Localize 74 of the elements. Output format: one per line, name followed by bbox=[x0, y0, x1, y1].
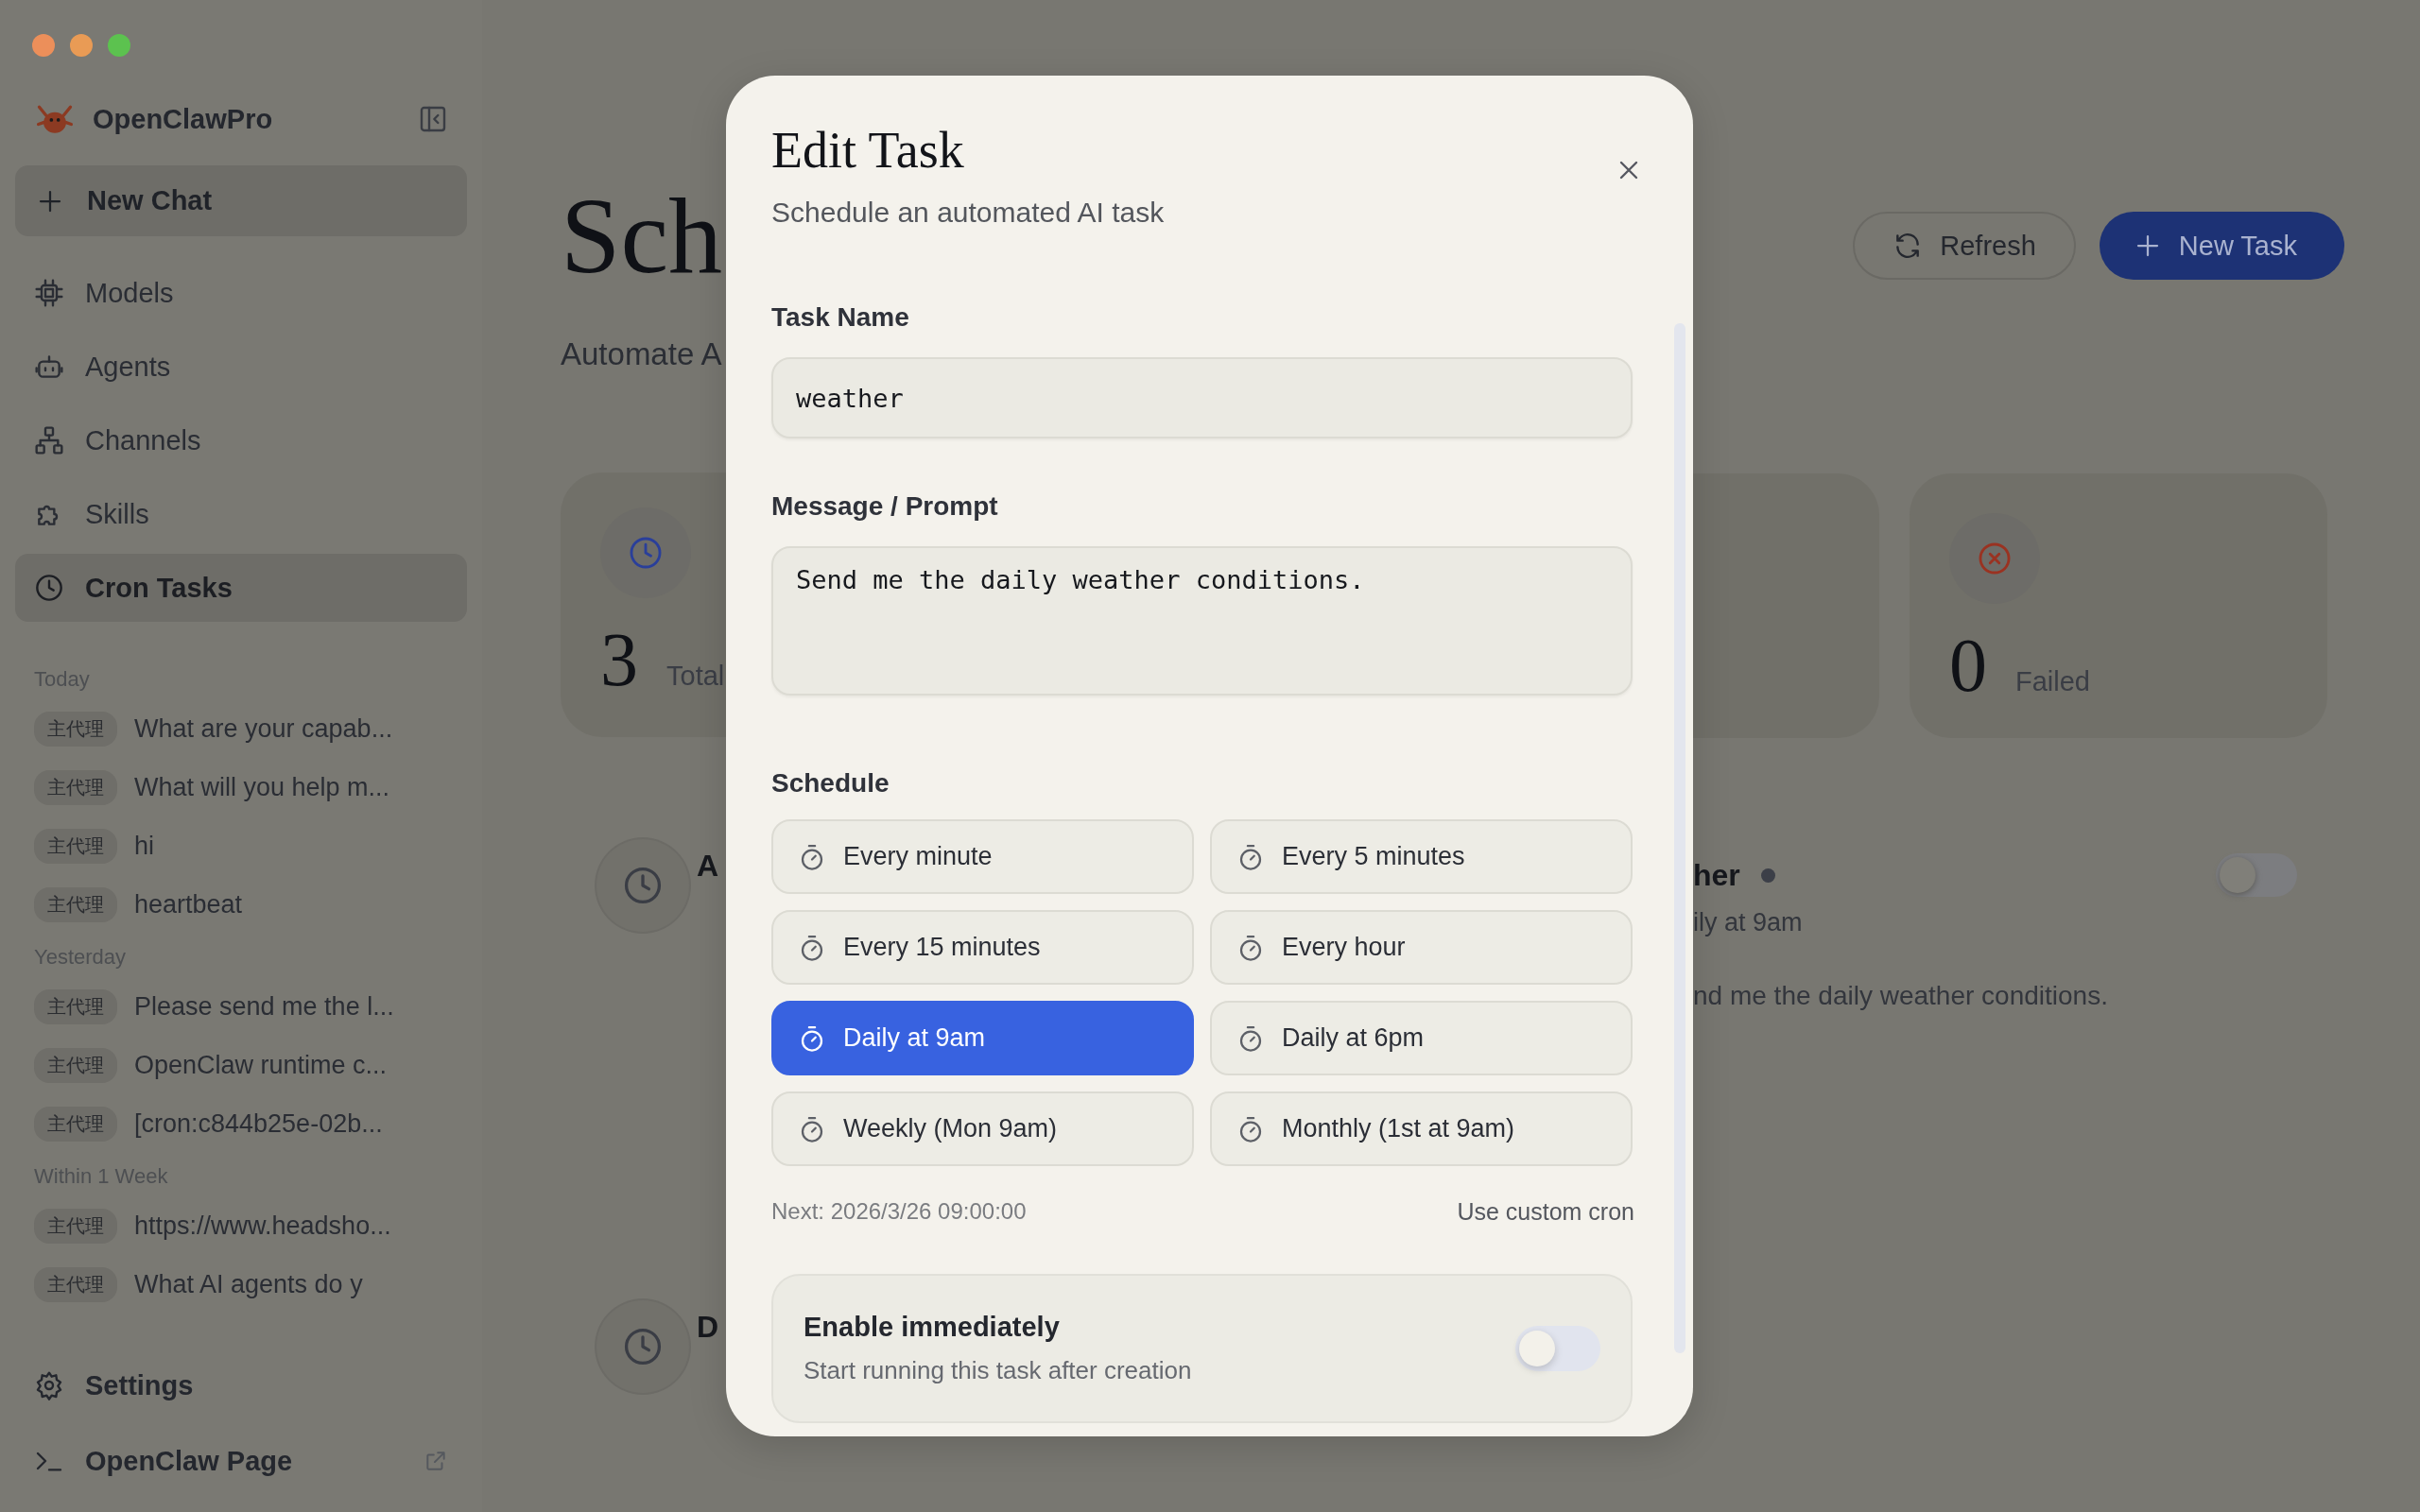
external-link-icon bbox=[424, 1449, 448, 1473]
window-minimize-button[interactable] bbox=[70, 34, 93, 57]
chat-title[interactable]: [cron:c844b25e-02b... bbox=[134, 1108, 383, 1139]
field-label: Schedule bbox=[771, 768, 890, 799]
agent-tag: 主代理 bbox=[34, 988, 117, 1024]
task-name-field[interactable]: weather bbox=[771, 357, 1633, 438]
chat-title[interactable]: What will you help m... bbox=[134, 772, 390, 802]
x-circle-icon bbox=[1977, 541, 2013, 576]
agent-tag: 主代理 bbox=[34, 711, 117, 747]
prompt-field[interactable]: Send me the daily weather conditions. bbox=[771, 546, 1633, 696]
openclaw-page-link[interactable]: OpenClaw Page bbox=[85, 1445, 403, 1477]
clock-icon bbox=[34, 573, 64, 603]
schedule-option[interactable]: Every 15 minutes bbox=[771, 910, 1194, 985]
new-chat-button[interactable]: New Chat bbox=[15, 165, 467, 236]
app-name: OpenClawPro bbox=[93, 103, 274, 135]
enable-toggle[interactable] bbox=[2216, 853, 2297, 897]
chip-icon bbox=[34, 278, 64, 308]
chat-title[interactable]: heartbeat bbox=[134, 889, 243, 919]
window-zoom-button[interactable] bbox=[108, 34, 130, 57]
field-label: Message / Prompt bbox=[771, 491, 999, 522]
schedule-option[interactable]: Every minute bbox=[771, 819, 1194, 894]
window-close-button[interactable] bbox=[32, 34, 55, 57]
task-title: her bbox=[1693, 857, 1740, 893]
chat-title[interactable]: hi bbox=[134, 831, 154, 861]
dialog-subtitle: Schedule an automated AI task bbox=[771, 197, 1166, 229]
collapse-sidebar-icon[interactable] bbox=[418, 104, 448, 134]
chat-title[interactable]: Please send me the l... bbox=[134, 991, 394, 1022]
settings-link[interactable]: Settings bbox=[85, 1369, 448, 1401]
agent-tag: 主代理 bbox=[34, 1047, 117, 1083]
stat-label: Failed bbox=[2015, 666, 2090, 697]
nav-item[interactable]: Agents bbox=[15, 333, 467, 401]
schedule-option[interactable]: Daily at 6pm bbox=[1210, 1001, 1633, 1075]
nav-item[interactable]: Skills bbox=[15, 480, 467, 548]
agent-tag: 主代理 bbox=[34, 769, 117, 805]
schedule-option[interactable]: Weekly (Mon 9am) bbox=[771, 1091, 1194, 1166]
schedule-option[interactable]: Monthly (1st at 9am) bbox=[1210, 1091, 1633, 1166]
schedule-option[interactable]: Every hour bbox=[1210, 910, 1633, 985]
enable-title: Enable immediately bbox=[804, 1312, 1061, 1343]
chat-title[interactable]: What are your capab... bbox=[134, 713, 393, 744]
nav-item[interactable]: Cron Tasks bbox=[15, 554, 467, 622]
task-title: A bbox=[697, 848, 719, 885]
new-task-button[interactable]: New Task bbox=[2099, 212, 2344, 280]
status-dot bbox=[1760, 868, 1775, 883]
clock-icon bbox=[628, 535, 664, 571]
enable-description: Start running this task after creation bbox=[804, 1356, 1193, 1385]
agent-tag: 主代理 bbox=[34, 828, 117, 864]
chat-title[interactable]: What AI agents do y bbox=[134, 1269, 363, 1299]
schedule-option[interactable]: Every 5 minutes bbox=[1210, 819, 1633, 894]
refresh-button[interactable]: Refresh bbox=[1853, 212, 2076, 280]
network-icon bbox=[34, 425, 64, 455]
task-message: nd me the daily weather conditions. bbox=[1693, 981, 2109, 1011]
next-run-text: Next: 2026/3/26 09:00:00 bbox=[771, 1198, 1027, 1226]
custom-cron-link[interactable]: Use custom cron bbox=[1457, 1198, 1634, 1226]
field-label: Task Name bbox=[771, 302, 910, 333]
chat-title[interactable]: OpenClaw runtime c... bbox=[134, 1050, 388, 1080]
agent-tag: 主代理 bbox=[34, 886, 117, 922]
settings-icon bbox=[34, 1370, 64, 1400]
stat-value: 3 bbox=[600, 617, 638, 702]
agent-tag: 主代理 bbox=[34, 1266, 117, 1302]
task-title: D bbox=[697, 1309, 719, 1346]
stat-value: 0 bbox=[1949, 623, 1987, 708]
schedule-option[interactable]: Daily at 9am bbox=[771, 1001, 1194, 1075]
nav-item[interactable]: Channels bbox=[15, 406, 467, 474]
nav-item[interactable]: Models bbox=[15, 259, 467, 327]
task-schedule: ily at 9am bbox=[1693, 908, 1804, 937]
agent-tag: 主代理 bbox=[34, 1106, 117, 1142]
agent-tag: 主代理 bbox=[34, 1208, 117, 1244]
clock-icon bbox=[622, 1326, 664, 1367]
page-title: Sch bbox=[561, 175, 723, 298]
page-subtitle: Automate A bbox=[561, 335, 723, 373]
enable-toggle[interactable] bbox=[1515, 1326, 1600, 1371]
chat-title[interactable]: https://www.headsho... bbox=[134, 1211, 391, 1241]
clock-icon bbox=[622, 865, 664, 906]
dialog-title: Edit Task bbox=[771, 121, 965, 180]
